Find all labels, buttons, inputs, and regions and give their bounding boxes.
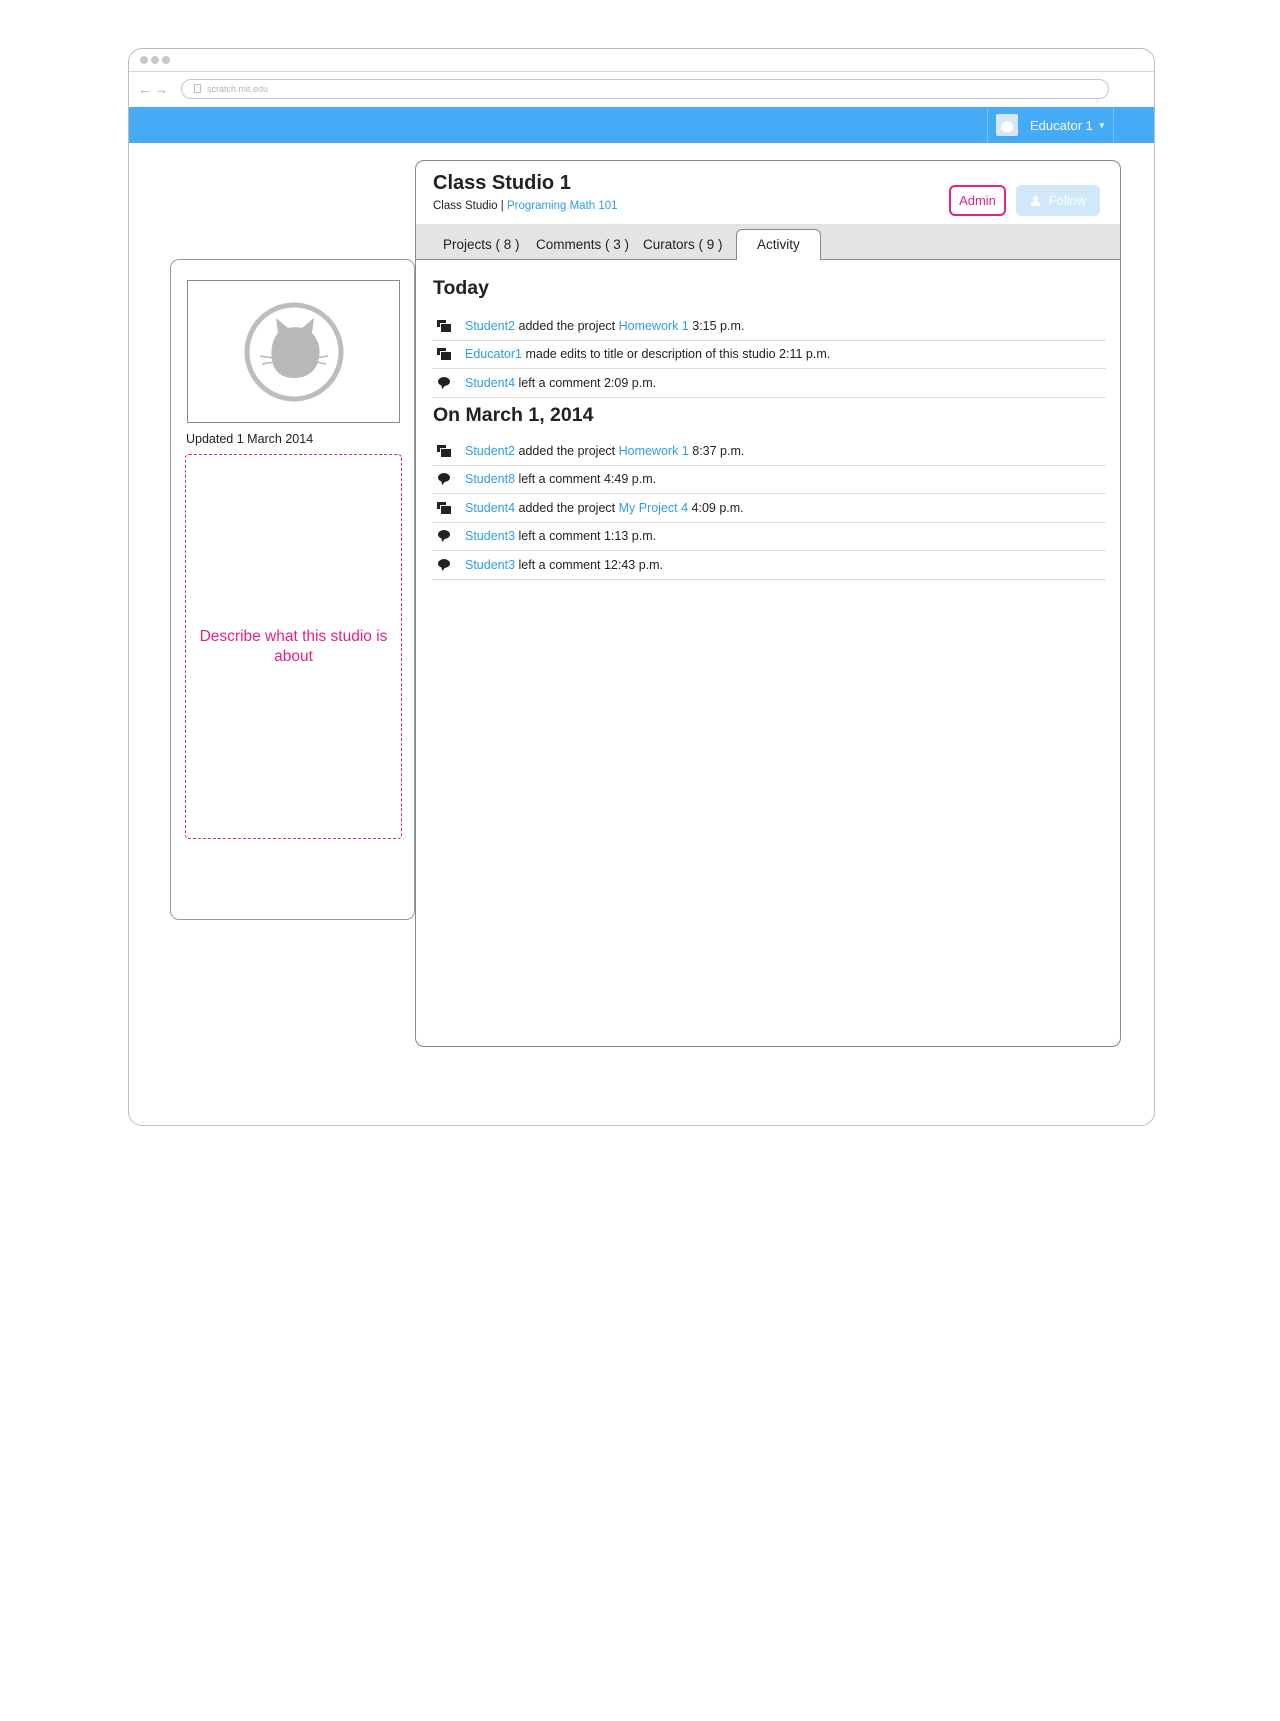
address-row: ←→ scratch.mit.edu [129,72,1154,107]
studio-tabs: Projects ( 8 ) Comments ( 3 ) Curators (… [416,224,1120,260]
activity-text: left a comment 4:49 p.m. [515,472,657,487]
list-item: Student4 added the project My Project 4 … [432,494,1106,523]
page-title: Class Studio 1 [433,172,571,194]
list-item: Student2 added the project Homework 1 3:… [432,312,1106,341]
studio-sidebar: Updated 1 March 2014 Describe what this … [170,259,415,920]
section-heading: Today [433,277,489,299]
window-dot-icon[interactable] [151,56,159,64]
user-link[interactable]: Student3 [465,529,515,543]
activity-text: added the project [515,500,619,515]
activity-time: 4:09 p.m. [688,500,744,515]
activity-feed: Student2 added the project Homework 1 3:… [432,312,1106,398]
project-link[interactable]: My Project 4 [619,501,688,515]
user-link[interactable]: Student3 [465,558,515,572]
user-link[interactable]: Student2 [465,444,515,458]
user-menu[interactable]: Educator 1 ▼ [987,107,1114,143]
activity-text: left a comment 2:09 p.m. [515,375,657,390]
activity-text: added the project [515,318,619,333]
window-controls[interactable] [140,56,170,64]
follow-button-label: Follow [1048,193,1087,208]
project-link[interactable]: Homework 1 [619,319,689,333]
studio-subtitle: Class Studio | Programing Math 101 [433,200,618,212]
url-text: scratch.mit.edu [207,84,269,94]
tab-comments[interactable]: Comments ( 3 ) [536,237,629,252]
project-icon [437,348,453,361]
list-item: Student8 left a comment 4:49 p.m. [432,466,1106,494]
tab-curators[interactable]: Curators ( 9 ) [643,237,723,252]
tab-activity[interactable]: Activity [736,229,821,260]
list-item: Student2 added the project Homework 1 8:… [432,437,1106,466]
cat-placeholder-icon [244,302,343,401]
list-item: Student4 left a comment 2:09 p.m. [432,369,1106,398]
page-icon [194,84,201,93]
user-link[interactable]: Student4 [465,501,515,515]
activity-text: made edits to title or description of th… [521,347,831,362]
activity-text: left a comment 1:13 p.m. [515,529,657,544]
browser-titlebar [129,49,1154,72]
section-heading: On March 1, 2014 [433,404,594,426]
comment-icon [437,530,453,542]
url-bar[interactable]: scratch.mit.edu [181,79,1109,99]
site-header: Educator 1 ▼ [129,107,1154,143]
activity-time: 3:15 p.m. [688,318,745,333]
list-item: Student3 left a comment 12:43 p.m. [432,551,1106,580]
user-link[interactable]: Educator1 [465,347,522,361]
activity-time: 8:37 p.m. [688,443,745,458]
window-dot-icon[interactable] [162,56,170,64]
activity-text: left a comment 12:43 p.m. [515,557,664,572]
admin-button-label: Admin [959,193,996,208]
comment-icon [437,473,453,485]
comment-icon [437,558,453,571]
chevron-down-icon: ▼ [1097,120,1106,130]
comment-icon [437,376,453,389]
studio-main-panel: Class Studio 1 Class Studio | Programing… [415,160,1121,1047]
follow-button[interactable]: Follow [1016,185,1100,216]
window-dot-icon[interactable] [140,56,148,64]
list-item: Student3 left a comment 1:13 p.m. [432,523,1106,551]
project-icon [437,444,453,457]
nav-arrows-icon[interactable]: ←→ [138,81,170,97]
user-link[interactable]: Student8 [465,472,515,486]
user-link[interactable]: Student4 [465,376,515,390]
project-icon [437,319,453,332]
class-link[interactable]: Programing Math 101 [507,200,618,212]
project-icon [437,501,453,514]
admin-button[interactable]: Admin [949,185,1006,216]
updated-date: Updated 1 March 2014 [186,432,314,446]
description-placeholder: Describe what this studio is about [199,627,388,665]
activity-feed: Student2 added the project Homework 1 8:… [432,437,1106,580]
person-icon [1030,195,1042,206]
tab-projects[interactable]: Projects ( 8 ) [443,237,520,252]
username: Educator 1 [1030,117,1093,133]
browser-window: ←→ scratch.mit.edu Educator 1 ▼ Updated … [128,48,1155,1126]
activity-text: added the project [515,443,619,458]
studio-type: Class Studio [433,200,498,212]
user-link[interactable]: Student2 [465,319,515,333]
project-link[interactable]: Homework 1 [619,444,689,458]
studio-description-input[interactable]: Describe what this studio is about [185,454,402,839]
avatar [996,114,1018,136]
list-item: Educator1 made edits to title or descrip… [432,341,1106,369]
studio-thumbnail[interactable] [187,280,400,423]
subtitle-separator: | [497,200,507,212]
